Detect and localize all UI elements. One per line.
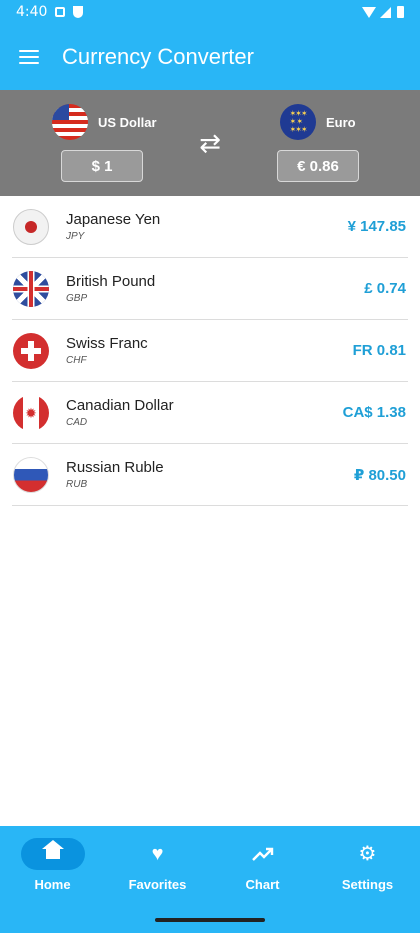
notification-icon [55, 7, 66, 17]
battery-icon [397, 6, 404, 18]
menu-button[interactable] [0, 24, 58, 90]
currency-name: Canadian Dollar [66, 397, 174, 414]
nav-favorites-label: Favorites [128, 877, 187, 892]
nav-home-label: Home [34, 877, 71, 892]
trending-up-icon [251, 847, 273, 861]
converter-panel: US Dollar $ 1 ⇄ ✶✶✶ ✶ ✶ ✶✶✶ Euro € 0.86 [0, 90, 420, 196]
hamburger-menu-icon [19, 50, 39, 64]
to-currency-header: ✶✶✶ ✶ ✶ ✶✶✶ Euro [280, 102, 410, 142]
currency-code: GBP [66, 293, 88, 304]
currency-row-text: Canadian Dollar CAD [66, 397, 343, 428]
currency-row-cad[interactable]: ✹ Canadian Dollar CAD CA$ 1.38 [12, 382, 408, 444]
currency-row-text: Swiss Franc CHF [66, 335, 353, 366]
ch-flag-icon [13, 332, 49, 369]
nav-settings[interactable]: ⚙ Settings [315, 838, 420, 908]
from-amount-field[interactable]: $ 1 [61, 150, 143, 182]
to-currency-name: Euro [326, 114, 356, 130]
nav-favorites[interactable]: ♥ Favorites [105, 838, 210, 908]
from-currency-name: US Dollar [98, 114, 157, 130]
eu-flag-icon: ✶✶✶ ✶ ✶ ✶✶✶ [280, 104, 316, 140]
currency-row-rub[interactable]: Russian Ruble RUB ₽ 80.50 [12, 444, 408, 506]
nav-settings-label: Settings [341, 877, 394, 892]
us-flag-icon [52, 104, 88, 140]
currency-code: RUB [66, 479, 88, 490]
currency-value: £ 0.74 [364, 280, 406, 297]
currency-row-jpy[interactable]: Japanese Yen JPY ¥ 147.85 [12, 196, 408, 258]
status-time: 4:40 [16, 4, 48, 20]
to-amount-field[interactable]: € 0.86 [277, 150, 359, 182]
to-currency[interactable]: ✶✶✶ ✶ ✶ ✶✶✶ Euro € 0.86 [277, 102, 410, 192]
status-left: 4:40 [16, 4, 84, 20]
currency-row-text: Russian Ruble RUB [66, 459, 354, 490]
currency-value: ₽ 80.50 [353, 466, 406, 484]
currency-value: CA$ 1.38 [342, 404, 406, 421]
swap-arrows-icon: ⇄ [199, 128, 221, 158]
signal-icon [380, 6, 391, 18]
home-icon [41, 840, 64, 862]
nav-chart-label: Chart [245, 877, 280, 892]
currency-row-gbp[interactable]: British Pound GBP £ 0.74 [12, 258, 408, 320]
nav-home-pill [20, 838, 85, 870]
currency-list: Japanese Yen JPY ¥ 147.85 British Pound … [12, 196, 408, 506]
nav-chart[interactable]: Chart [210, 838, 315, 908]
currency-row-text: British Pound GBP [66, 273, 364, 304]
gear-icon: ⚙ [358, 843, 377, 865]
app-title: Currency Converter [62, 44, 254, 69]
currency-row-chf[interactable]: Swiss Franc CHF FR 0.81 [12, 320, 408, 382]
nav-favorites-pill: ♥ [126, 838, 190, 870]
nav-chart-pill [231, 838, 295, 870]
currency-name: British Pound [66, 273, 156, 290]
swap-button[interactable]: ⇄ [192, 128, 228, 158]
ca-flag-icon: ✹ [13, 394, 49, 431]
status-bar: 4:40 [0, 0, 420, 24]
from-currency-header: US Dollar [52, 102, 182, 142]
currency-value: FR 0.81 [352, 342, 406, 359]
heart-icon: ♥ [151, 843, 164, 865]
gesture-bar[interactable] [155, 918, 265, 922]
app-bar: Currency Converter [0, 24, 420, 90]
gb-flag-icon [13, 270, 49, 307]
currency-code: JPY [66, 231, 85, 242]
ru-flag-icon [13, 456, 49, 493]
currency-name: Japanese Yen [66, 211, 161, 228]
jp-flag-icon [13, 208, 49, 245]
currency-value: ¥ 147.85 [347, 218, 406, 235]
currency-name: Russian Ruble [66, 459, 164, 476]
status-right [362, 6, 404, 18]
currency-code: CHF [66, 355, 87, 366]
nav-settings-pill: ⚙ [336, 838, 400, 870]
currency-name: Swiss Franc [66, 335, 148, 352]
nav-home[interactable]: Home [0, 838, 105, 908]
bottom-navigation: Home ♥ Favorites Chart ⚙ Settings [0, 826, 420, 933]
shield-icon [73, 6, 84, 18]
currency-code: CAD [66, 417, 88, 428]
from-currency[interactable]: US Dollar $ 1 [52, 102, 182, 192]
wifi-icon [362, 6, 376, 18]
currency-row-text: Japanese Yen JPY [66, 211, 348, 242]
